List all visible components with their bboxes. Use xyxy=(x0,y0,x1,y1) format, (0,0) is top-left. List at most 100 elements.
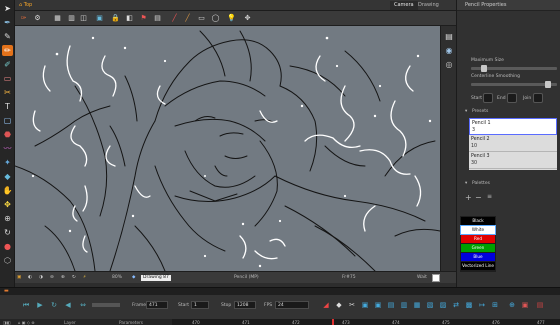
zoom-in-icon[interactable]: ⊕ xyxy=(61,275,65,281)
extend-icon[interactable]: ▤ xyxy=(387,301,395,309)
layout-icon[interactable]: ▥ xyxy=(67,14,76,23)
text-icon[interactable]: T xyxy=(2,101,13,112)
tab-drawing[interactable]: Drawing xyxy=(414,1,443,10)
drawing-dup-icon[interactable]: ▣ xyxy=(374,301,382,309)
line-icon[interactable]: ╱ xyxy=(170,14,179,23)
menu-icon[interactable]: ≡ xyxy=(487,193,492,200)
onion-icon[interactable]: ◫ xyxy=(79,14,88,23)
stroke-icon[interactable]: 〰 xyxy=(2,143,13,154)
gear-icon[interactable]: ⚙ xyxy=(33,14,42,23)
move-icon[interactable]: ✥ xyxy=(243,14,252,23)
layer-icons[interactable]: ⌂ ▣ ◇ ⊕ xyxy=(18,320,35,325)
camera-icon[interactable]: ◎ xyxy=(444,60,454,70)
add-preset-icon[interactable]: + xyxy=(465,193,472,202)
first-frame-icon[interactable]: ⏮ xyxy=(22,301,30,309)
loop-icon[interactable]: ↻ xyxy=(50,301,58,309)
hold-icon[interactable]: ▦ xyxy=(413,301,421,309)
swap-icon[interactable]: ⇄ xyxy=(452,301,460,309)
range-icon[interactable]: ⇔ xyxy=(79,301,87,309)
start-field[interactable]: 1 xyxy=(191,301,209,309)
red-flag-icon[interactable]: ⚑ xyxy=(139,14,148,23)
smoothing-knob[interactable] xyxy=(545,81,551,88)
swatch-green[interactable]: Green xyxy=(461,244,495,252)
swatch-white[interactable]: White xyxy=(460,225,496,235)
zoom-value[interactable]: 80% xyxy=(112,275,122,281)
shape-icon[interactable]: ▢ xyxy=(2,115,13,126)
paint-icon[interactable]: ⬣ xyxy=(2,129,13,140)
brush-icon[interactable]: ✎ xyxy=(2,31,13,42)
jump-icon[interactable]: ↦ xyxy=(478,301,486,309)
settings-icon[interactable]: ▤ xyxy=(444,32,454,42)
rename-icon[interactable]: ▩ xyxy=(465,301,473,309)
eraser-icon[interactable]: ▭ xyxy=(2,73,13,84)
preset-item[interactable]: Pencil 2 10 xyxy=(469,135,557,152)
play-icon[interactable]: ▶ xyxy=(36,301,44,309)
lock-icon[interactable]: 🔒 xyxy=(111,14,120,23)
palettes-expand-icon[interactable]: ▾ xyxy=(465,181,467,186)
light-table-icon[interactable]: ◑ xyxy=(39,275,43,281)
maximum-size-knob[interactable] xyxy=(481,65,487,72)
close-timeline-icon[interactable]: ▣ xyxy=(521,301,529,309)
frame-field[interactable]: 471 xyxy=(146,301,168,309)
tip-start-button[interactable] xyxy=(483,93,493,103)
lock-icons[interactable]: ◨◧ xyxy=(3,320,11,325)
zoom-icon[interactable]: ⊕ xyxy=(2,213,13,224)
presets-expand-icon[interactable]: ▾ xyxy=(465,109,467,114)
fill-icon[interactable]: ◆ xyxy=(2,171,13,182)
fps-field[interactable]: 24 xyxy=(275,301,309,309)
zoom-out-icon[interactable]: ⊖ xyxy=(50,275,54,281)
key-icon[interactable]: ◆ xyxy=(335,301,343,309)
transform-icon[interactable]: ✥ xyxy=(2,199,13,210)
frame-ruler[interactable]: 470 471 472 473 474 475 476 477 xyxy=(172,319,560,325)
flash-icon[interactable]: ⚡ xyxy=(83,275,86,281)
rotate-view-icon[interactable]: ↻ xyxy=(72,275,76,281)
swatch-blue[interactable]: Blue xyxy=(461,253,495,261)
dropper-icon[interactable]: ✦ xyxy=(2,157,13,168)
eye-icon[interactable]: ◉ xyxy=(444,46,454,56)
hand-icon[interactable]: ✋ xyxy=(2,185,13,196)
remove-preset-icon[interactable]: − xyxy=(475,193,482,202)
contour-icon[interactable]: ✒ xyxy=(2,17,13,28)
render-icon[interactable]: ▣ xyxy=(17,275,21,281)
morph-icon[interactable]: ⬡ xyxy=(2,255,13,266)
ellipse-icon[interactable]: ◯ xyxy=(211,14,220,23)
zoom-timeline-icon[interactable]: ⊕ xyxy=(508,301,516,309)
doc-icon[interactable]: ▤ xyxy=(153,14,162,23)
cutter-icon[interactable]: ✂ xyxy=(2,87,13,98)
clear-exposure-icon[interactable]: ▨ xyxy=(439,301,447,309)
select-icon[interactable]: ➤ xyxy=(2,3,13,14)
drawing-name[interactable]: Drawing 87 xyxy=(141,275,171,281)
rect-icon[interactable]: ▭ xyxy=(197,14,206,23)
brush-tool-icon[interactable]: ✑ xyxy=(19,14,28,23)
current-color-swatch[interactable] xyxy=(432,274,440,282)
timeline-tab-icon[interactable]: ▬ xyxy=(4,288,9,294)
fill-exposure-icon[interactable]: ▧ xyxy=(426,301,434,309)
tip-end-button[interactable] xyxy=(507,93,517,103)
stop-field[interactable]: 1208 xyxy=(234,301,256,309)
onion-skin-icon[interactable]: ◐ xyxy=(28,275,32,281)
swatch-black[interactable]: Black xyxy=(461,217,495,225)
marker-icon[interactable]: ◢ xyxy=(322,301,330,309)
cut-icon[interactable]: ✂ xyxy=(348,301,356,309)
top-view-tab[interactable]: ⌂ Top xyxy=(15,1,36,10)
tip-join-button[interactable] xyxy=(533,93,543,103)
expand-icon[interactable]: ⊞ xyxy=(491,301,499,309)
swatch-vectorized-line[interactable]: Vectorized Line xyxy=(461,262,495,270)
grid-icon[interactable]: ▦ xyxy=(53,14,62,23)
speed-slider[interactable] xyxy=(92,303,120,307)
pen-icon[interactable]: ✐ xyxy=(2,59,13,70)
swatch-red[interactable]: Red xyxy=(461,235,495,243)
rotate-icon[interactable]: ↻ xyxy=(2,227,13,238)
exposure-icon[interactable]: ▥ xyxy=(400,301,408,309)
pencil-icon[interactable]: ✏ xyxy=(2,45,13,56)
menu-timeline-icon[interactable]: ▤ xyxy=(536,301,544,309)
bulb-icon[interactable]: 💡 xyxy=(227,14,236,23)
drawing-add-icon[interactable]: ▣ xyxy=(361,301,369,309)
pot-icon[interactable]: ● xyxy=(2,241,13,252)
playhead[interactable] xyxy=(332,319,334,325)
stroke-tool-icon[interactable]: ╱ xyxy=(183,14,192,23)
preset-item[interactable]: Pencil 1 3 xyxy=(469,118,557,135)
stamp-icon[interactable]: ◧ xyxy=(125,14,134,23)
mask-icon[interactable]: ▣ xyxy=(95,14,104,23)
camera-canvas[interactable] xyxy=(15,26,440,271)
